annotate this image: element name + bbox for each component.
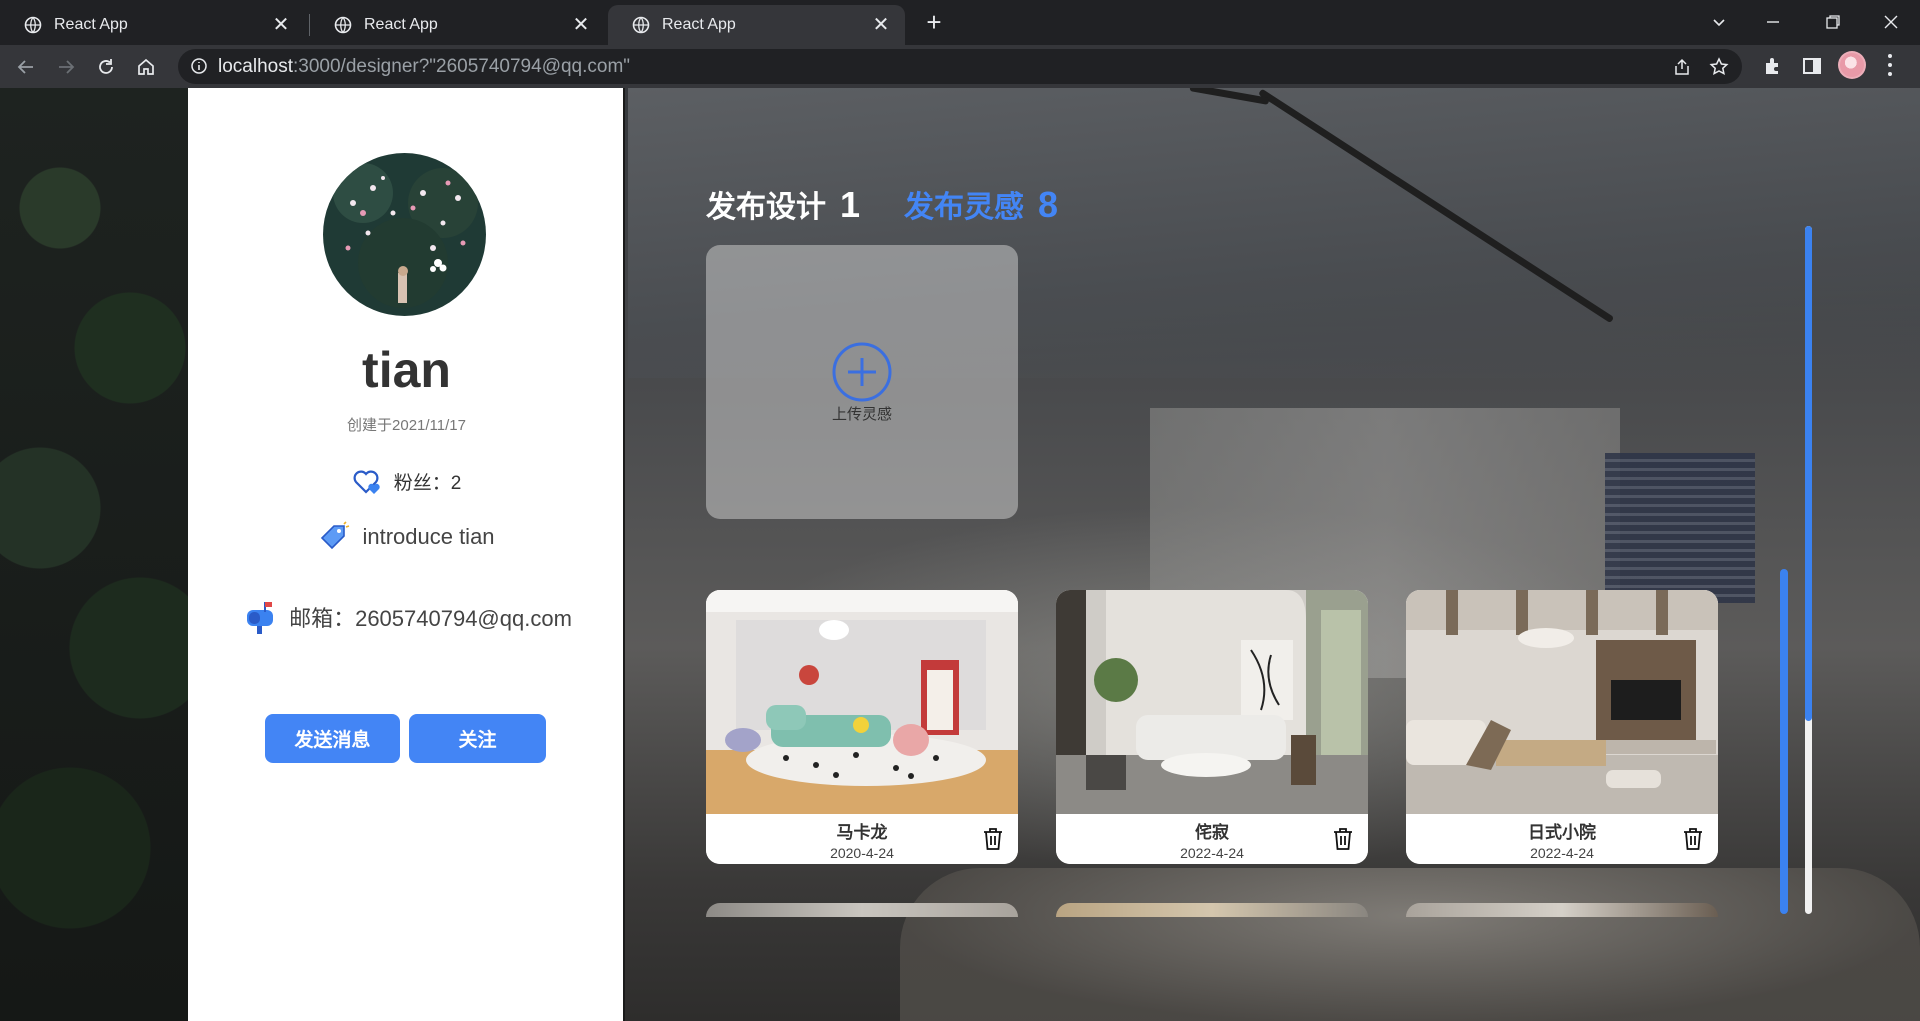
send-message-button[interactable]: 发送消息 — [265, 714, 400, 763]
url-host: localhost — [218, 56, 293, 77]
card-title: 侘寂 — [1195, 823, 1229, 842]
inspiration-card[interactable]: 马卡龙 2020-4-24 — [706, 590, 1018, 864]
share-icon[interactable] — [1672, 57, 1692, 77]
card-date: 2020-4-24 — [830, 845, 894, 861]
tab-published-inspiration[interactable]: 发布灵感 — [904, 182, 1024, 226]
inner-scrollbar-thumb[interactable] — [1780, 569, 1788, 914]
card-title: 马卡龙 — [836, 823, 888, 842]
mailbox-icon — [247, 602, 274, 634]
card-date: 2022-4-24 — [1530, 845, 1594, 861]
close-tab-icon[interactable]: ✕ — [271, 15, 291, 35]
profile-avatar[interactable] — [1838, 51, 1866, 79]
inspiration-card[interactable]: 日式小院 2022-4-24 — [1406, 590, 1718, 864]
tab-search-icon[interactable] — [1694, 4, 1744, 40]
inspiration-card-peek[interactable] — [1406, 903, 1718, 917]
content-tabs: 发布设计 1 发布灵感 8 — [706, 176, 1058, 226]
background-window — [1605, 453, 1755, 603]
content-scrollbar-thumb[interactable] — [1805, 226, 1812, 721]
close-tab-icon[interactable]: ✕ — [871, 15, 891, 35]
intro-row: introduce tian — [188, 520, 625, 554]
browser-tab-3-active[interactable]: React App ✕ — [608, 5, 905, 45]
back-icon[interactable] — [10, 51, 42, 83]
inspiration-card-peek[interactable] — [706, 903, 1018, 917]
address-bar[interactable]: localhost:3000/designer?"2605740794@qq.c… — [178, 49, 1742, 84]
reload-icon[interactable] — [90, 51, 122, 83]
browser-tab-2[interactable]: React App ✕ — [310, 5, 605, 45]
follow-button[interactable]: 关注 — [409, 714, 546, 763]
card-image-wabi-sabi-room — [1056, 590, 1368, 814]
tab-published-designs[interactable]: 发布设计 — [706, 182, 826, 226]
extensions-icon[interactable] — [1762, 55, 1784, 77]
minimize-icon[interactable] — [1748, 4, 1798, 40]
followers-row: 粉丝：2 — [188, 466, 625, 496]
globe-icon — [632, 16, 650, 34]
tag-icon — [321, 521, 350, 550]
upload-inspiration-card[interactable]: 上传灵感 — [706, 245, 1018, 519]
background-sofa — [900, 868, 1920, 1021]
tab-title: React App — [364, 16, 438, 33]
url-path: :3000/designer?"2605740794@qq.com" — [293, 56, 631, 77]
email-text: 邮箱：2605740794@qq.com — [289, 606, 572, 631]
trash-icon[interactable] — [982, 827, 1004, 851]
tab-title: React App — [662, 16, 736, 33]
browser-tab-bar: React App ✕ React App ✕ React App ✕ + — [0, 0, 1920, 45]
inspiration-count: 8 — [1038, 184, 1059, 225]
side-panel-icon[interactable] — [1801, 55, 1823, 77]
card-image-japanese-room — [1406, 590, 1718, 814]
designer-avatar — [323, 153, 486, 316]
close-window-icon[interactable] — [1866, 4, 1916, 40]
email-row: 邮箱：2605740794@qq.com — [188, 598, 625, 636]
url-text[interactable]: localhost:3000/designer?"2605740794@qq.c… — [218, 49, 630, 84]
intro-text: introduce tian — [362, 524, 495, 549]
plus-circle-icon — [832, 342, 892, 401]
followers-count: 粉丝：2 — [393, 472, 462, 494]
card-info: 马卡龙 2020-4-24 — [706, 814, 1018, 864]
heart-icon — [353, 470, 380, 494]
new-tab-button[interactable]: + — [920, 9, 948, 37]
browser-toolbar: localhost:3000/designer?"2605740794@qq.c… — [0, 45, 1920, 88]
page-viewport: tian 创建于2021/11/17 粉丝：2 introduce tian 邮… — [0, 88, 1920, 1021]
card-date: 2022-4-24 — [1180, 845, 1244, 861]
card-info: 日式小院 2022-4-24 — [1406, 814, 1718, 864]
close-tab-icon[interactable]: ✕ — [571, 15, 591, 35]
designs-count: 1 — [840, 184, 861, 225]
designer-name: tian — [362, 342, 451, 398]
card-info: 侘寂 2022-4-24 — [1056, 814, 1368, 864]
card-title: 日式小院 — [1528, 823, 1596, 842]
created-date: 创建于2021/11/17 — [347, 417, 466, 434]
more-menu-icon[interactable] — [1882, 52, 1898, 78]
browser-tab-1[interactable]: React App ✕ — [0, 5, 305, 45]
inspiration-card-peek[interactable] — [1056, 903, 1368, 917]
forward-icon[interactable] — [50, 51, 82, 83]
globe-icon — [334, 16, 352, 34]
restore-icon[interactable] — [1808, 4, 1858, 40]
inspiration-card[interactable]: 侘寂 2022-4-24 — [1056, 590, 1368, 864]
home-icon[interactable] — [130, 51, 162, 83]
background-plant — [0, 88, 190, 1021]
designer-profile-panel: tian 创建于2021/11/17 粉丝：2 introduce tian 邮… — [188, 88, 625, 1021]
trash-icon[interactable] — [1332, 827, 1354, 851]
bookmark-star-icon[interactable] — [1709, 57, 1729, 77]
tab-title: React App — [54, 16, 128, 33]
info-icon[interactable] — [190, 57, 208, 75]
upload-label: 上传灵感 — [831, 405, 892, 423]
trash-icon[interactable] — [1682, 827, 1704, 851]
content-scrollbar[interactable] — [1805, 226, 1812, 914]
card-image-living-room — [706, 590, 1018, 814]
globe-icon — [24, 16, 42, 34]
